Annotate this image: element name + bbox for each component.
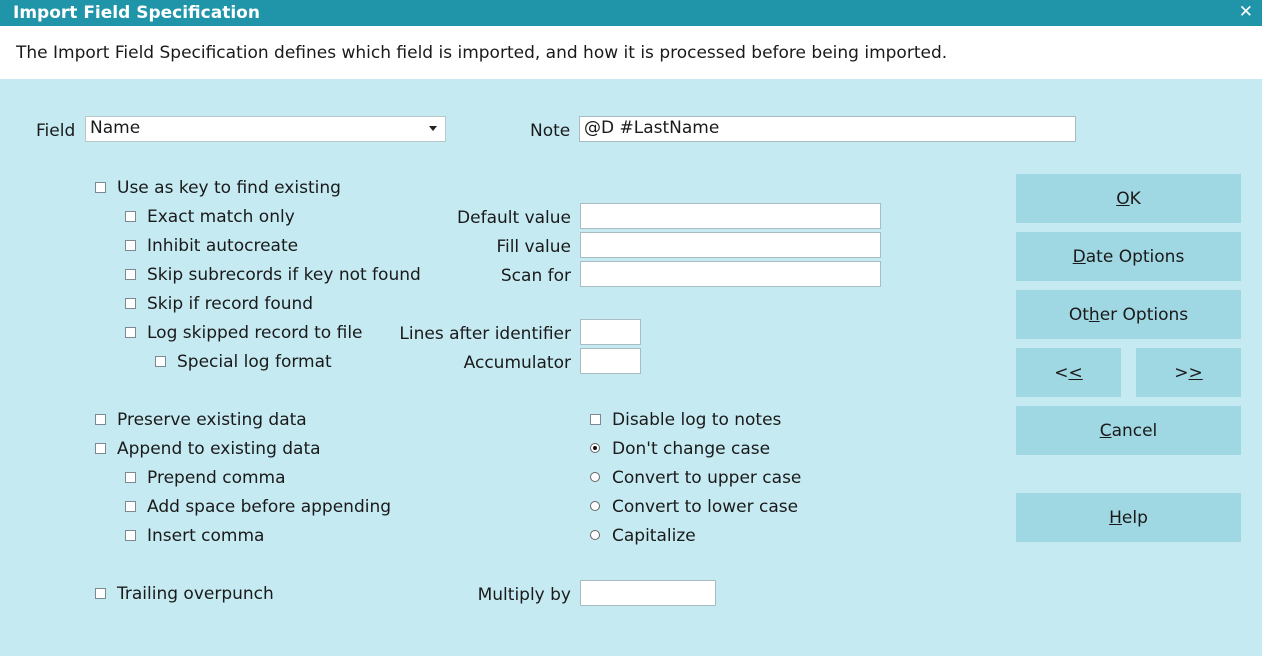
capitalize-label: Capitalize [612,526,696,546]
scan-for-label: Scan for [500,266,571,286]
capitalize-radio[interactable] [590,530,600,540]
field-select[interactable]: Name [85,116,446,142]
insert-comma-checkbox[interactable] [125,530,136,541]
note-input-value: @D #LastName [584,118,720,138]
scan-for-input[interactable] [580,261,881,287]
preserve-checkbox[interactable] [95,414,106,425]
default-value-label: Default value [457,208,571,228]
cancel-button[interactable]: Cancel [1016,406,1241,455]
prepend-comma-label: Prepend comma [147,468,286,488]
append-label: Append to existing data [117,439,321,459]
disable-log-label: Disable log to notes [612,410,782,430]
window-title: Import Field Specification [13,3,260,23]
log-skipped-checkbox[interactable] [125,327,136,338]
disable-log-checkbox[interactable] [590,414,601,425]
fill-value-label: Fill value [496,237,571,257]
upper-case-radio[interactable] [590,472,600,482]
append-checkbox[interactable] [95,443,106,454]
upper-case-label: Convert to upper case [612,468,802,488]
dont-change-case-label: Don't change case [612,439,771,459]
fill-value-input[interactable] [580,232,881,258]
skip-if-found-label: Skip if record found [147,294,314,314]
lower-case-label: Convert to lower case [612,497,799,517]
multiply-by-input[interactable] [580,580,716,606]
title-bar: Import Field Specification ✕ [0,0,1262,26]
previous-button[interactable]: << [1016,348,1121,397]
other-options-button[interactable]: Other Options [1016,290,1241,339]
preserve-label: Preserve existing data [117,410,307,430]
exact-match-checkbox[interactable] [125,211,136,222]
description-panel: The Import Field Specification defines w… [0,26,1262,79]
add-space-checkbox[interactable] [125,501,136,512]
date-options-button[interactable]: Date Options [1016,232,1241,281]
special-log-checkbox[interactable] [155,356,166,367]
skip-if-found-checkbox[interactable] [125,298,136,309]
field-select-value: Name [90,118,141,138]
use-as-key-checkbox[interactable] [95,182,106,193]
dont-change-case-radio[interactable] [590,443,600,453]
exact-match-label: Exact match only [147,207,295,227]
lines-after-input[interactable] [580,319,641,345]
next-button[interactable]: >> [1136,348,1241,397]
lower-case-radio[interactable] [590,501,600,511]
special-log-label: Special log format [177,352,332,372]
description-text: The Import Field Specification defines w… [16,43,948,63]
trailing-overpunch-label: Trailing overpunch [117,584,274,604]
note-input[interactable]: @D #LastName [579,116,1076,142]
chevron-down-icon [429,126,437,131]
skip-subrecords-label: Skip subrecords if key not found [147,265,421,285]
field-label: Field [36,121,76,141]
help-button[interactable]: Help [1016,493,1241,542]
close-icon[interactable]: ✕ [1239,2,1253,22]
add-space-label: Add space before appending [147,497,392,517]
inhibit-autocreate-checkbox[interactable] [125,240,136,251]
inhibit-autocreate-label: Inhibit autocreate [147,236,299,256]
lines-after-label: Lines after identifier [399,324,571,344]
skip-subrecords-checkbox[interactable] [125,269,136,280]
use-as-key-label: Use as key to find existing [117,178,341,198]
ok-button[interactable]: OK [1016,174,1241,223]
note-label: Note [530,121,571,141]
accumulator-input[interactable] [580,348,641,374]
prepend-comma-checkbox[interactable] [125,472,136,483]
log-skipped-label: Log skipped record to file [147,323,363,343]
trailing-overpunch-checkbox[interactable] [95,588,106,599]
insert-comma-label: Insert comma [147,526,265,546]
accumulator-label: Accumulator [463,353,571,373]
multiply-by-label: Multiply by [477,585,571,605]
default-value-input[interactable] [580,203,881,229]
